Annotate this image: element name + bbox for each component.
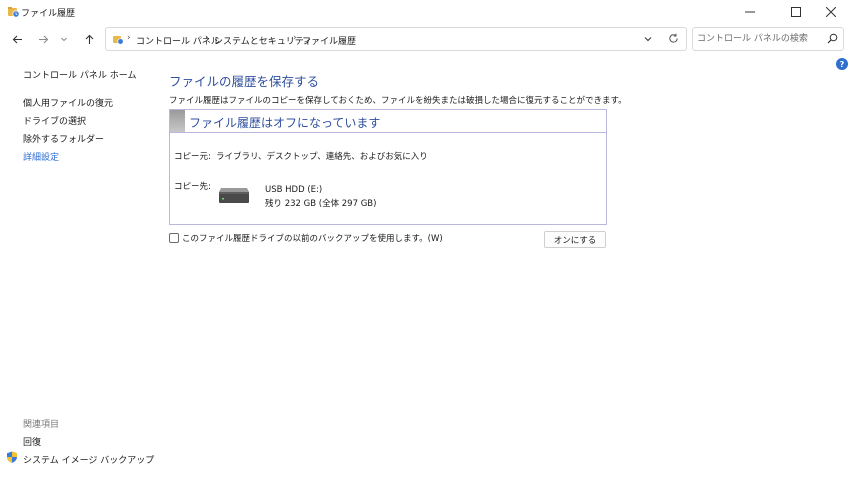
page-title: ファイルの履歴を保存する [169, 74, 320, 89]
up-arrow-icon [85, 34, 93, 44]
forward-button[interactable] [34, 30, 52, 48]
page-description: ファイル履歴はファイルのコピーを保存しておくため、ファイルを紛失または破損した場… [169, 96, 627, 106]
recent-locations-button[interactable] [57, 30, 71, 48]
file-history-app-icon [7, 5, 20, 18]
status-header: ファイル履歴はオフになっています [170, 110, 606, 133]
sidebar-item-exclude-folders[interactable]: 除外するフォルダー [23, 132, 104, 145]
back-button[interactable] [8, 30, 26, 48]
breadcrumb-system-security[interactable]: システムとセキュリティ [214, 34, 312, 47]
search-input[interactable] [697, 31, 825, 47]
close-button[interactable] [808, 0, 850, 24]
breadcrumb-separator: › [293, 33, 297, 43]
copy-source-value: ライブラリ、デスクトップ、連絡先、およびお気に入り [216, 152, 428, 162]
minimize-icon [745, 11, 755, 13]
status-title: ファイル履歴はオフになっています [189, 116, 381, 130]
breadcrumb-separator: › [205, 33, 209, 43]
sidebar-related-heading: 関連項目 [23, 420, 60, 430]
maximize-icon [791, 7, 801, 17]
search-button[interactable] [827, 33, 838, 47]
use-previous-backup-label[interactable]: このファイル履歴ドライブの以前のバックアップを使用します。(W) [182, 232, 443, 244]
search-icon [827, 33, 838, 44]
window-title: ファイル履歴 [21, 9, 76, 19]
up-button[interactable] [80, 30, 98, 48]
address-bar[interactable]: › コントロール パネル › システムとセキュリティ › ファイル履歴 [105, 27, 687, 51]
sidebar-control-panel-home[interactable]: コントロール パネル ホーム [23, 68, 136, 81]
copy-destination-label: コピー先: [174, 182, 211, 192]
sidebar-item-advanced-settings[interactable]: 詳細設定 [23, 150, 59, 163]
chevron-down-icon [61, 37, 67, 42]
refresh-icon [669, 33, 678, 43]
file-history-status-panel: ファイル履歴はオフになっています コピー元: ライブラリ、デスクトップ、連絡先、… [169, 109, 607, 225]
copy-source-label: コピー元: [174, 152, 211, 162]
sidebar-item-recovery[interactable]: 回復 [23, 435, 41, 448]
turn-on-button[interactable]: オンにする [544, 231, 606, 248]
use-previous-backup-checkbox[interactable] [169, 233, 179, 243]
breadcrumb-separator: › [127, 33, 131, 43]
drive-space: 残り 232 GB (全体 297 GB) [265, 199, 377, 209]
status-accent-bar [170, 110, 185, 132]
close-icon [826, 7, 836, 17]
hard-drive-icon [218, 187, 250, 208]
control-panel-location-icon [112, 33, 124, 48]
help-button[interactable]: ? [836, 58, 848, 70]
drive-name: USB HDD (E:) [265, 185, 323, 195]
shield-icon [6, 451, 18, 466]
minimize-button[interactable] [727, 0, 773, 24]
title-bar [0, 0, 850, 24]
sidebar-item-select-drive[interactable]: ドライブの選択 [23, 114, 86, 127]
chevron-down-icon [644, 37, 652, 42]
help-icon: ? [839, 59, 845, 69]
breadcrumb-file-history[interactable]: ファイル履歴 [302, 34, 356, 47]
sidebar-item-system-image-backup[interactable]: システム イメージ バックアップ [23, 453, 154, 466]
sidebar-item-restore-files[interactable]: 個人用ファイルの復元 [23, 96, 113, 109]
address-dropdown-button[interactable] [643, 34, 653, 47]
search-box[interactable] [692, 27, 844, 51]
forward-arrow-icon [38, 35, 48, 43]
back-arrow-icon [12, 35, 22, 43]
refresh-button[interactable] [668, 33, 679, 47]
